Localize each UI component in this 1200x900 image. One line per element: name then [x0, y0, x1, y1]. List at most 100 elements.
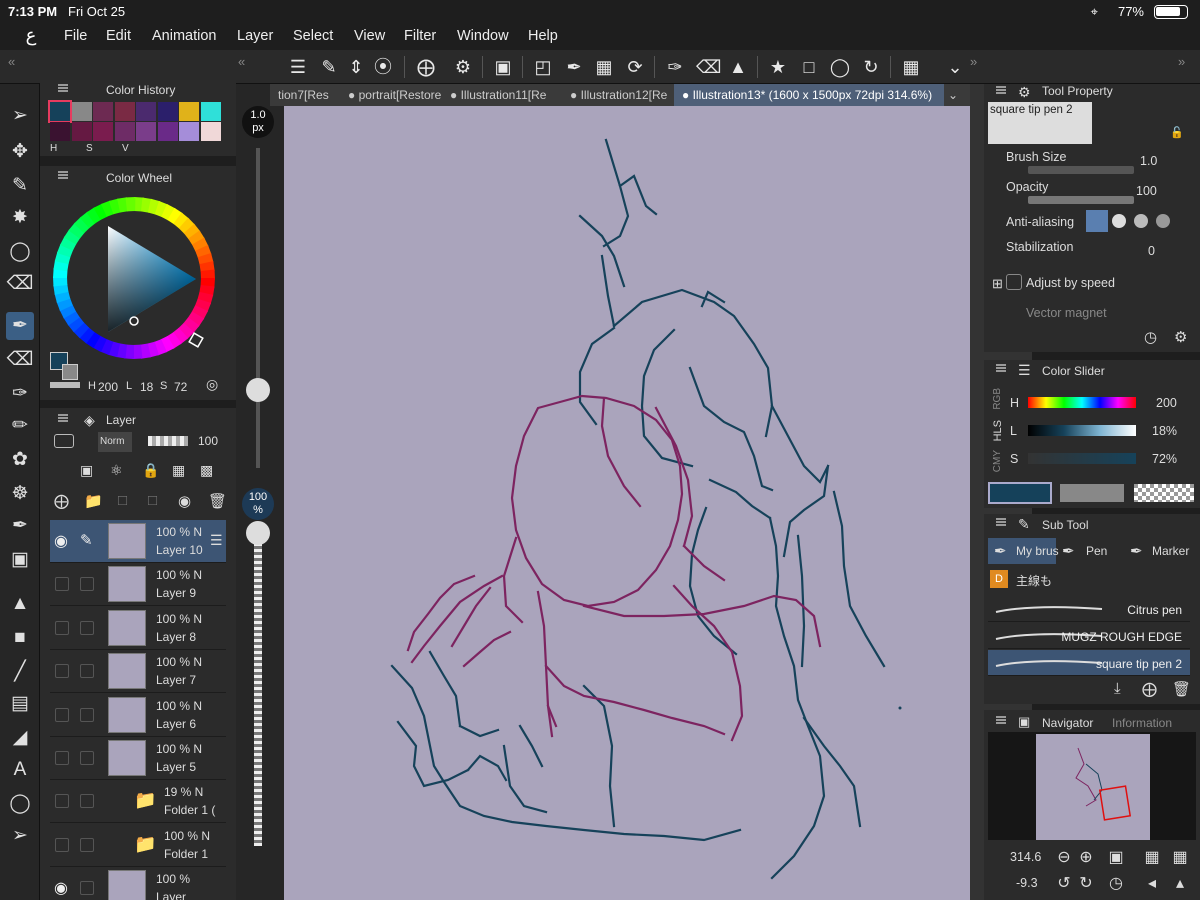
mode-v[interactable]: V	[122, 143, 129, 154]
mode-s[interactable]: S	[86, 143, 93, 154]
lasso-fill-icon[interactable]: ⦿	[372, 56, 394, 78]
layer-mask-icon[interactable]: ◉	[178, 492, 191, 510]
new-folder-icon[interactable]: 📁	[84, 492, 103, 510]
color-history-swatch[interactable]	[114, 122, 135, 141]
collapse-left-icon[interactable]: «	[8, 54, 15, 69]
select-lasso-icon[interactable]: ◯	[829, 56, 851, 78]
hue-slider[interactable]	[1028, 397, 1136, 408]
lightness-slider[interactable]	[1028, 425, 1136, 436]
rotate-right-icon[interactable]: ↻	[1076, 874, 1096, 894]
new-raster-layer-icon[interactable]: ⨁	[54, 492, 69, 510]
color-history-swatch[interactable]	[179, 102, 199, 121]
slider-h-value[interactable]: 200	[1156, 396, 1177, 410]
visibility-toggle[interactable]	[55, 837, 69, 852]
slider-transparent-color[interactable]	[1134, 484, 1194, 502]
balloon-tool-icon[interactable]: ◯	[6, 790, 34, 818]
ruler-tool-icon[interactable]: ◢	[6, 724, 34, 752]
menu-window[interactable]: Window	[457, 28, 509, 44]
selection-eraser-icon[interactable]: ⌫	[6, 270, 34, 298]
layer-lock-toggle[interactable]	[80, 707, 94, 722]
brush-list-item[interactable]: MUGZ ROUGH EDGE	[988, 623, 1190, 649]
rotate-selection-icon[interactable]: ⟳	[624, 56, 646, 78]
zoom-reset-icon[interactable]: ▣	[1106, 848, 1126, 868]
tool-wrench-icon[interactable]: ⚙	[1174, 328, 1187, 346]
layer-row-menu-icon[interactable]: ☰	[210, 532, 223, 549]
select-all-icon[interactable]: ★	[767, 56, 789, 78]
subtool-tab-marker[interactable]: Marker	[1152, 544, 1189, 558]
layer-row[interactable]: 📁 100 % N Folder 1	[50, 823, 226, 867]
settings-gear-icon[interactable]: ⚙	[452, 56, 474, 78]
stabilization-field[interactable]: 0	[1148, 244, 1155, 258]
flip-vertical-icon[interactable]: ▴	[1170, 874, 1190, 894]
brush-size-slider-handle[interactable]	[246, 378, 270, 402]
panel-menu-icon[interactable]	[996, 86, 1006, 94]
menu-select[interactable]: Select	[293, 28, 333, 44]
tab-illustration11[interactable]: ● Illustration11[Re	[450, 88, 546, 102]
expand-plus-icon[interactable]: ⊞	[992, 276, 1003, 292]
color-history-swatch[interactable]	[179, 122, 199, 141]
tabs-chevron-icon[interactable]: ⌄	[948, 88, 958, 102]
layer-row[interactable]: 100 % N Layer 9	[50, 563, 226, 607]
collapse-right-icon-2[interactable]: »	[1178, 54, 1185, 69]
panel-menu-icon[interactable]	[58, 171, 68, 179]
information-tab[interactable]: Information	[1112, 716, 1172, 730]
flip-horizontal-icon[interactable]: ◂	[1142, 874, 1162, 894]
blend-mode-select[interactable]: Norm	[98, 432, 132, 452]
layer-row[interactable]: 100 % N Layer 5	[50, 737, 226, 780]
panel-menu-icon[interactable]	[996, 716, 1006, 724]
slider-sub-color[interactable]	[1060, 484, 1124, 502]
layer-lock-toggle[interactable]	[80, 837, 94, 852]
select-rect-icon[interactable]: □	[798, 56, 820, 78]
brush-size-field[interactable]: 1.0	[1140, 154, 1157, 168]
navigator-viewport-frame[interactable]	[1098, 785, 1132, 821]
mode-hls-tab[interactable]: HLS	[992, 420, 1004, 441]
layer-lock-toggle[interactable]	[80, 664, 94, 679]
visibility-toggle[interactable]	[55, 620, 69, 635]
menu-help[interactable]: Help	[528, 28, 558, 44]
collapse-right-icon[interactable]: »	[970, 54, 977, 69]
hue-handle[interactable]	[188, 332, 204, 348]
color-history-swatch[interactable]	[114, 102, 135, 121]
clip-icon[interactable]: ▣	[80, 462, 93, 479]
up-down-icon[interactable]: ⇕	[345, 56, 367, 78]
color-history-swatch[interactable]	[93, 122, 113, 141]
brush-tool-icon[interactable]: ✑	[6, 380, 34, 408]
new-canvas-icon[interactable]: ⨁	[415, 56, 437, 78]
menu-filter[interactable]: Filter	[404, 28, 436, 44]
move-tool-icon[interactable]: ✥	[6, 138, 34, 166]
duplicate-brush-icon[interactable]: ⨁	[1142, 680, 1157, 698]
antialias-weak[interactable]	[1112, 214, 1126, 228]
tab-illustration13[interactable]: ● Illustration13* (1600 x 1500px 72dpi 3…	[682, 88, 932, 102]
brush-size-bar[interactable]	[1028, 166, 1134, 174]
pinned-panel-icon[interactable]: ▦	[900, 56, 922, 78]
color-history-swatch[interactable]	[200, 122, 221, 141]
slider-s-value[interactable]: 72%	[1152, 452, 1177, 466]
line-tool-icon[interactable]: ╱	[6, 658, 34, 686]
menu-edit[interactable]: Edit	[106, 28, 131, 44]
merge-down-icon[interactable]: □	[148, 492, 157, 509]
panel-menu-icon[interactable]	[58, 84, 68, 92]
toolbar-chevron-down-icon[interactable]: ⌄	[944, 56, 966, 78]
airbrush-tool-icon[interactable]: ☸	[6, 480, 34, 508]
rotate-reset-icon[interactable]: ◷	[1106, 874, 1126, 894]
color-history-swatch[interactable]	[136, 122, 156, 141]
visibility-eye-icon[interactable]: ◉	[54, 531, 68, 551]
fill-tool-icon[interactable]: ▲	[6, 590, 34, 618]
layer-row[interactable]: 100 % N Layer 8	[50, 606, 226, 650]
transform-icon[interactable]: ◰	[532, 56, 554, 78]
antialias-none[interactable]	[1086, 210, 1108, 232]
sub-color-swatch[interactable]	[62, 364, 78, 380]
gradient-tool-icon[interactable]: ■	[6, 624, 34, 652]
transparent-swatch[interactable]	[50, 382, 80, 388]
mesh-transform-icon[interactable]: ▦	[593, 56, 615, 78]
layer-lock-toggle[interactable]	[80, 577, 94, 592]
color-history-swatch[interactable]	[48, 100, 72, 123]
saturation-slider[interactable]	[1028, 453, 1136, 464]
brush-list-item[interactable]: Citrus pen	[988, 596, 1190, 622]
lock-transparency-icon[interactable]: ▦	[172, 462, 185, 479]
tab-illustration7[interactable]: tion7[Res	[278, 88, 329, 102]
fit-canvas-icon[interactable]: ▦	[1142, 848, 1162, 868]
color-history-swatch[interactable]	[71, 122, 92, 141]
color-wheel[interactable]	[50, 192, 236, 378]
panel-menu-icon[interactable]	[996, 518, 1006, 526]
